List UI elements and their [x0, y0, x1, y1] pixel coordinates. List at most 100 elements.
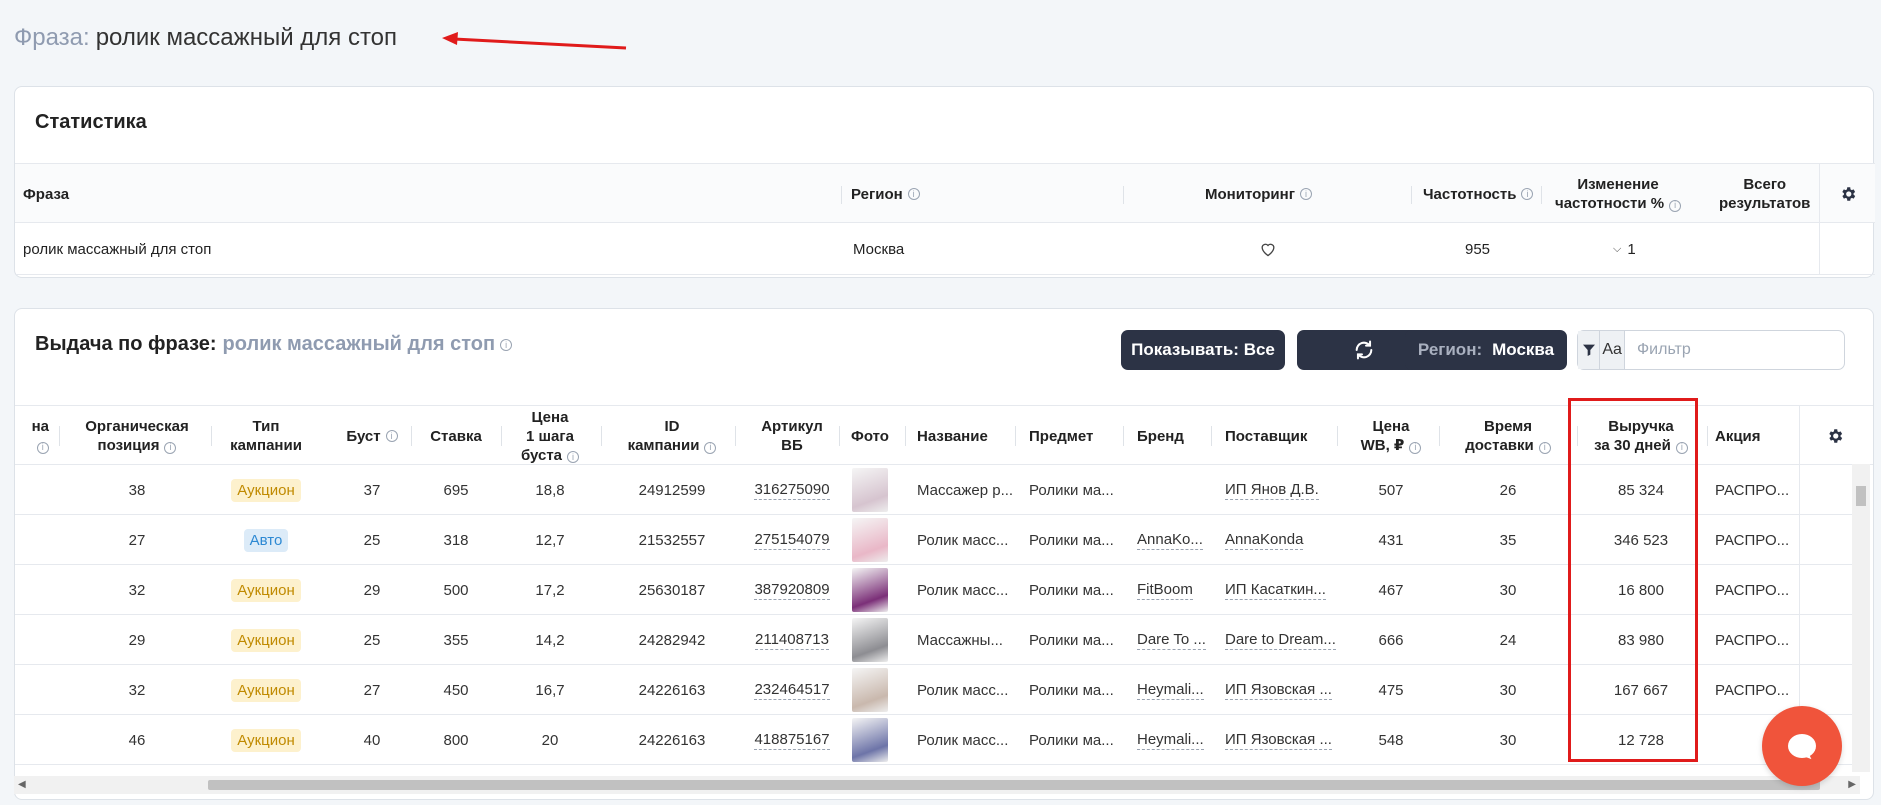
- col-bid: Ставка: [430, 427, 482, 445]
- brand-link[interactable]: Heymali...: [1137, 731, 1204, 750]
- cell-photo[interactable]: [841, 515, 899, 565]
- cell-brand[interactable]: FitBoom: [1137, 565, 1217, 615]
- cell-bid: 695: [443, 481, 469, 499]
- info-icon: i: [1409, 441, 1422, 454]
- article-link[interactable]: 275154079: [754, 531, 830, 550]
- supplier-link[interactable]: ИП Касаткин...: [1225, 581, 1326, 600]
- cell-supplier[interactable]: Dare to Dream...: [1225, 615, 1339, 665]
- cell-article[interactable]: 418875167: [737, 715, 847, 765]
- article-link[interactable]: 232464517: [754, 681, 830, 700]
- cell-campaign-type: Аукцион: [213, 665, 319, 715]
- cell-delivery: 30: [1499, 581, 1517, 599]
- cell-boost: 29: [363, 581, 381, 599]
- cell-name: Ролик масс...: [917, 731, 1009, 749]
- article-link[interactable]: 418875167: [754, 731, 830, 750]
- gear-icon[interactable]: [1839, 164, 1857, 224]
- cell-photo[interactable]: [841, 465, 899, 515]
- heart-icon[interactable]: [1259, 223, 1277, 275]
- cell-price: 507: [1378, 481, 1404, 499]
- product-photo[interactable]: [852, 718, 888, 762]
- cell-supplier[interactable]: ИП Язовская ...: [1225, 665, 1339, 715]
- cell-name: Массажны...: [917, 631, 1003, 649]
- cell-article[interactable]: 316275090: [737, 465, 847, 515]
- cell-brand[interactable]: AnnaKo...: [1137, 515, 1217, 565]
- cell-article[interactable]: 232464517: [737, 665, 847, 715]
- filter-group: Aa: [1577, 330, 1845, 370]
- info-icon: i: [500, 338, 513, 351]
- cell-promo: РАСПРО...: [1715, 581, 1790, 599]
- cell-photo[interactable]: [841, 665, 899, 715]
- cell-name: Массажер р...: [917, 481, 1014, 499]
- cell-brand[interactable]: [1137, 465, 1217, 515]
- cell-subject: Ролики ма...: [1029, 731, 1114, 749]
- brand-link[interactable]: AnnaKo...: [1137, 531, 1203, 550]
- cell-step-price: 16,7: [535, 681, 565, 699]
- cell-name: Ролик масс...: [917, 681, 1009, 699]
- cell-supplier[interactable]: ИП Язовская ...: [1225, 715, 1339, 765]
- brand-link[interactable]: Heymali...: [1137, 681, 1204, 700]
- article-link[interactable]: 211408713: [755, 631, 829, 650]
- product-photo[interactable]: [852, 618, 888, 662]
- col-supplier: Поставщик: [1225, 427, 1308, 445]
- product-photo[interactable]: [852, 668, 888, 712]
- supplier-link[interactable]: Dare to Dream...: [1225, 631, 1336, 650]
- chat-button[interactable]: [1762, 706, 1842, 786]
- statistics-title: Статистика: [35, 111, 147, 133]
- cell-photo[interactable]: [841, 565, 899, 615]
- cell-article[interactable]: 275154079: [737, 515, 847, 565]
- brand-link[interactable]: FitBoom: [1137, 581, 1193, 600]
- cell-organic: 32: [128, 681, 146, 699]
- cell-subject: Ролики ма...: [1029, 531, 1114, 549]
- product-photo[interactable]: [852, 568, 888, 612]
- article-link[interactable]: 387920809: [754, 581, 830, 600]
- vertical-scrollbar[interactable]: [1852, 464, 1870, 772]
- cell-photo[interactable]: [841, 715, 899, 765]
- product-photo[interactable]: [852, 518, 888, 562]
- cell-brand[interactable]: Heymali...: [1137, 665, 1217, 715]
- cell-price: 467: [1378, 581, 1404, 599]
- cell-brand[interactable]: Dare To ...: [1137, 615, 1217, 665]
- cell-supplier[interactable]: ИП Касаткин...: [1225, 565, 1339, 615]
- cell-subject: Ролики ма...: [1029, 681, 1114, 699]
- horizontal-scrollbar[interactable]: ◀ ▶: [14, 776, 1860, 794]
- cell-article[interactable]: 387920809: [737, 565, 847, 615]
- gear-icon[interactable]: [1815, 406, 1855, 466]
- campaign-type-badge: Авто: [243, 528, 289, 552]
- cell-name: Ролик масс...: [917, 531, 1009, 549]
- supplier-link[interactable]: ИП Язовская ...: [1225, 681, 1332, 700]
- cell-bid: 800: [443, 731, 469, 749]
- filter-icon[interactable]: [1578, 331, 1601, 369]
- cell-photo[interactable]: [841, 615, 899, 665]
- supplier-link[interactable]: ИП Янов Д.В.: [1225, 481, 1319, 500]
- cell-supplier[interactable]: ИП Янов Д.В.: [1225, 465, 1339, 515]
- col-photo: Фото: [851, 427, 889, 445]
- campaign-type-badge: Аукцион: [231, 578, 301, 602]
- product-photo[interactable]: [852, 468, 888, 512]
- phrase-value: ролик массажный для стоп: [95, 24, 398, 51]
- brand-link[interactable]: Dare To ...: [1137, 631, 1206, 650]
- supplier-link[interactable]: AnnaKonda: [1225, 531, 1304, 550]
- article-link[interactable]: 316275090: [754, 481, 830, 500]
- col-campaign-id: ID кампании i: [605, 406, 739, 466]
- chat-icon: [1788, 734, 1816, 758]
- col-frequency-change: Изменение частотности % i: [1555, 164, 1682, 224]
- cell-brand[interactable]: Heymali...: [1137, 715, 1217, 765]
- show-all-button[interactable]: Показывать: Все: [1121, 330, 1285, 370]
- case-toggle-button[interactable]: Aa: [1600, 331, 1625, 369]
- cell-boost: 25: [363, 631, 381, 649]
- cell-subject: Ролики ма...: [1029, 481, 1114, 499]
- col-boost-step-price: Цена 1 шага буста i: [505, 406, 595, 466]
- col-delivery-time: Время доставки i: [1443, 406, 1573, 466]
- cell-step-price: 20: [541, 731, 559, 749]
- cell-price: 475: [1378, 681, 1404, 699]
- col-price: Цена WB, ₽ i: [1341, 406, 1441, 466]
- cell-article[interactable]: 211408713: [737, 615, 847, 665]
- region-button[interactable]: Регион: Москва: [1405, 330, 1567, 370]
- supplier-link[interactable]: ИП Язовская ...: [1225, 731, 1332, 750]
- filter-input[interactable]: [1625, 331, 1844, 369]
- campaign-type-badge: Аукцион: [231, 728, 301, 752]
- cell-supplier[interactable]: AnnaKonda: [1225, 515, 1339, 565]
- cell-campaign-id: 24282942: [638, 631, 706, 649]
- cell-step-price: 14,2: [535, 631, 565, 649]
- cell-organic: 46: [128, 731, 146, 749]
